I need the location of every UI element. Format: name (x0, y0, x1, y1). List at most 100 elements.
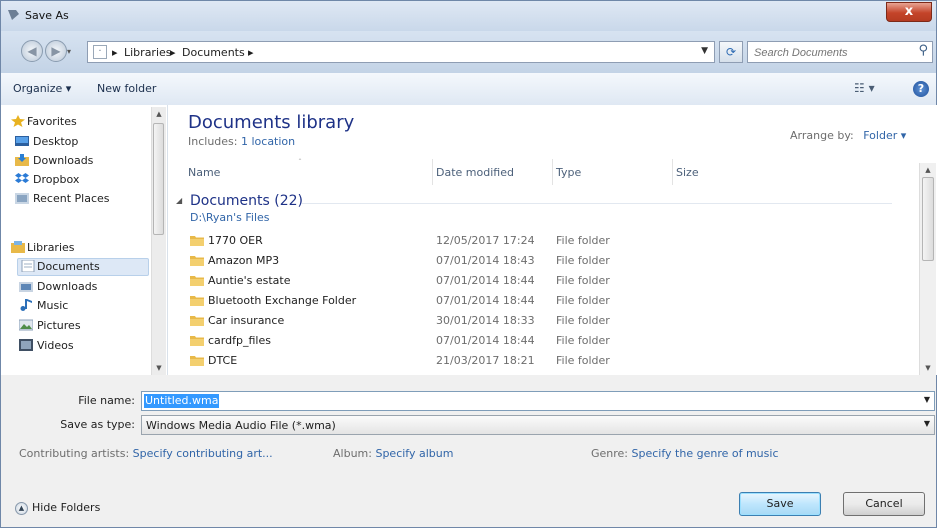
sidebar-item-label: Pictures (37, 319, 81, 332)
navigation-pane-scrollbar[interactable]: ▲ ▼ (151, 107, 166, 375)
album-label: Album: (333, 447, 372, 460)
column-header-size[interactable]: Size (676, 166, 699, 179)
save-button[interactable]: Save (739, 492, 821, 516)
includes-locations-link[interactable]: 1 location (241, 135, 295, 148)
save-as-type-label: Save as type: (60, 418, 135, 431)
file-date-modified: 21/03/2017 18:21 (436, 354, 535, 367)
file-name: 1770 OER (208, 234, 263, 247)
crumb-separator-icon[interactable]: ▸ (248, 46, 254, 59)
sidebar-item-label: Desktop (33, 135, 79, 148)
sort-arrow-icon: ˆ (298, 158, 302, 167)
close-button[interactable]: x (886, 2, 932, 22)
save-as-type-dropdown-icon[interactable]: ▼ (924, 419, 930, 428)
downloads-icon (19, 282, 33, 292)
sidebar-item-label: Documents (37, 260, 100, 273)
change-view-button[interactable]: ☷ ▾ (854, 81, 875, 95)
sidebar-item-label: Downloads (37, 280, 98, 293)
address-bar[interactable]: · ▸ Libraries ▸ Documents ▸ ▼ (87, 41, 715, 63)
column-header-date-modified[interactable]: Date modified (436, 166, 514, 179)
file-type: File folder (556, 354, 610, 367)
folder-icon (190, 316, 204, 326)
file-type: File folder (556, 234, 610, 247)
scroll-down-icon[interactable]: ▼ (921, 361, 935, 375)
file-row[interactable]: Car insurance 30/01/2014 18:33 File folder (190, 311, 890, 331)
arrange-by-dropdown[interactable]: Folder ▾ (863, 129, 906, 142)
column-divider[interactable] (672, 159, 673, 185)
recent-locations-dropdown[interactable]: ▾ (67, 47, 77, 57)
hide-folders-button[interactable]: ▲ Hide Folders (15, 501, 100, 515)
file-date-modified: 07/01/2014 18:44 (436, 334, 535, 347)
file-name: Amazon MP3 (208, 254, 280, 267)
sidebar-item-music[interactable]: Music (1, 297, 151, 315)
crumb-separator-icon[interactable]: ▸ (112, 46, 118, 59)
file-name-dropdown-icon[interactable]: ▼ (924, 395, 930, 404)
sidebar-item-dropbox[interactable]: Dropbox (1, 171, 151, 189)
scroll-up-icon[interactable]: ▲ (152, 107, 166, 121)
file-row[interactable]: cardfp_files 07/01/2014 18:44 File folder (190, 331, 890, 351)
cancel-button[interactable]: Cancel (843, 492, 925, 516)
file-row[interactable]: Auntie's estate 07/01/2014 18:44 File fold… (190, 271, 890, 291)
scroll-up-icon[interactable]: ▲ (921, 163, 935, 177)
new-folder-button[interactable]: New folder (97, 82, 156, 95)
scrollbar-thumb[interactable] (153, 123, 164, 235)
genre-input[interactable]: Specify the genre of music (632, 447, 779, 460)
sidebar-item-documents[interactable]: Documents (1, 258, 151, 276)
music-icon (20, 299, 32, 311)
sidebar-item-label: Favorites (27, 115, 77, 128)
file-type: File folder (556, 334, 610, 347)
sidebar-item-favorites[interactable]: Favorites (1, 113, 151, 131)
sidebar-item-label: Recent Places (33, 192, 110, 205)
folder-location-icon: · (93, 45, 107, 59)
file-date-modified: 07/01/2014 18:43 (436, 254, 535, 267)
genre-label: Genre: (591, 447, 629, 460)
search-icon[interactable]: ⚲ (918, 43, 928, 58)
file-date-modified: 30/01/2014 18:33 (436, 314, 535, 327)
back-button[interactable]: ◀ (21, 40, 43, 62)
title-bar: Save As x (1, 1, 936, 31)
sidebar-item-downloads-library[interactable]: Downloads (1, 278, 151, 296)
group-header[interactable]: Documents (22) (190, 193, 303, 209)
file-name-value[interactable]: Untitled.wma (144, 394, 220, 408)
file-row[interactable]: 1770 OER 12/05/2017 17:24 File folder (190, 231, 890, 251)
file-row[interactable]: DTCE 21/03/2017 18:21 File folder (190, 351, 890, 371)
file-row[interactable]: Bluetooth Exchange Folder 07/01/2014 18:4… (190, 291, 890, 311)
refresh-button[interactable]: ⟳ (719, 41, 743, 63)
sidebar-item-recent-places[interactable]: Recent Places (1, 190, 151, 208)
file-list-scrollbar[interactable]: ▲ ▼ (919, 163, 936, 375)
genre-field: Genre: Specify the genre of music (591, 447, 779, 460)
breadcrumb-libraries[interactable]: Libraries (124, 46, 172, 59)
sidebar-item-pictures[interactable]: Pictures (1, 317, 151, 335)
star-icon (11, 115, 25, 127)
column-divider[interactable] (552, 159, 553, 185)
save-as-type-select[interactable]: Windows Media Audio File (*.wma) ▼ (141, 415, 935, 435)
file-type: File folder (556, 254, 610, 267)
library-includes: Includes: 1 location (188, 135, 295, 148)
sidebar-item-libraries[interactable]: Libraries (1, 239, 151, 257)
sidebar-item-label: Dropbox (33, 173, 80, 186)
folder-icon (190, 256, 204, 266)
scrollbar-thumb[interactable] (922, 177, 934, 261)
forward-button[interactable]: ▶ (45, 40, 67, 62)
organize-button[interactable]: Organize ▾ (13, 82, 71, 95)
column-header-type[interactable]: Type (556, 166, 581, 179)
sidebar-item-label: Videos (37, 339, 74, 352)
scroll-down-icon[interactable]: ▼ (152, 361, 166, 375)
help-icon[interactable]: ? (913, 81, 929, 97)
column-divider[interactable] (432, 159, 433, 185)
sidebar-item-downloads[interactable]: Downloads (1, 152, 151, 170)
videos-icon (19, 339, 33, 351)
file-name-field[interactable]: Untitled.wma ▼ (141, 391, 935, 411)
contributing-artists-input[interactable]: Specify contributing art... (133, 447, 273, 460)
sidebar-item-videos[interactable]: Videos (1, 337, 151, 355)
album-input[interactable]: Specify album (375, 447, 453, 460)
search-box[interactable]: ⚲ (747, 41, 933, 63)
file-row[interactable]: Amazon MP3 07/01/2014 18:43 File folder (190, 251, 890, 271)
sidebar-item-desktop[interactable]: Desktop (1, 133, 151, 151)
library-title: Documents library (188, 112, 355, 133)
search-input[interactable] (752, 44, 906, 62)
crumb-separator-icon[interactable]: ▸ (170, 46, 176, 59)
collapse-group-icon[interactable]: ◢ (176, 196, 182, 205)
breadcrumb-documents[interactable]: Documents (182, 46, 245, 59)
address-dropdown-icon[interactable]: ▼ (701, 46, 708, 56)
column-header-name[interactable]: Name (188, 166, 220, 179)
